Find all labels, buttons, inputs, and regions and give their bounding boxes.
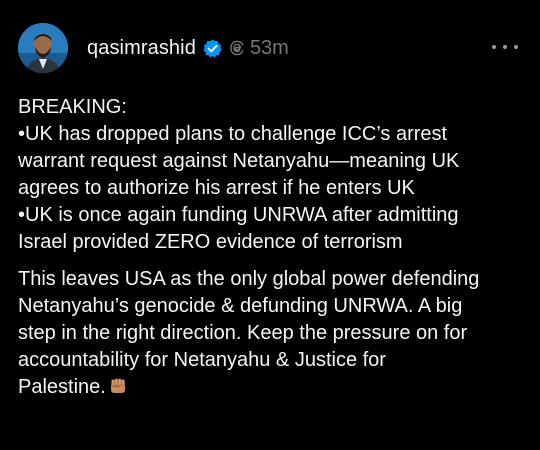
text-line: Israel provided ZERO evidence of terrori… — [18, 231, 403, 253]
text-line: warrant request against Netanyahu—meanin… — [18, 150, 460, 172]
avatar[interactable] — [18, 23, 68, 73]
post-text: BREAKING: •UK has dropped plans to chall… — [18, 94, 523, 401]
text-line: Netanyahu’s genocide & defunding UNRWA. … — [18, 295, 463, 317]
text-line: agrees to authorize his arrest if he ent… — [18, 177, 415, 199]
username-link[interactable]: qasimrashid — [87, 37, 196, 60]
verified-badge-icon — [202, 38, 223, 59]
text-line-last: Palestine. — [18, 374, 523, 401]
post-timestamp: 53m — [249, 36, 289, 59]
post-paragraph-1: BREAKING: •UK has dropped plans to chall… — [18, 94, 523, 256]
post-header: qasimrashid 53m — [87, 34, 289, 62]
text-line: step in the right direction. Keep the pr… — [18, 322, 468, 344]
text-line: BREAKING: — [18, 96, 127, 118]
thread-post: qasimrashid 53m BREAKING: •UK has droppe… — [0, 0, 540, 450]
avatar-image — [18, 23, 68, 73]
threads-logo-icon — [228, 39, 246, 57]
post-paragraph-2: This leaves USA as the only global power… — [18, 266, 523, 401]
text-line: accountability for Netanyahu & Justice f… — [18, 349, 386, 371]
text-line: This leaves USA as the only global power… — [18, 268, 480, 290]
text-line: •UK has dropped plans to challenge ICC’s… — [18, 123, 448, 145]
text-line: •UK is once again funding UNRWA after ad… — [18, 204, 459, 226]
more-horizontal-icon — [492, 45, 496, 49]
raised-fist-emoji-icon — [108, 376, 128, 396]
text-fragment: Palestine. — [18, 376, 106, 398]
more-options-button[interactable] — [492, 38, 518, 56]
